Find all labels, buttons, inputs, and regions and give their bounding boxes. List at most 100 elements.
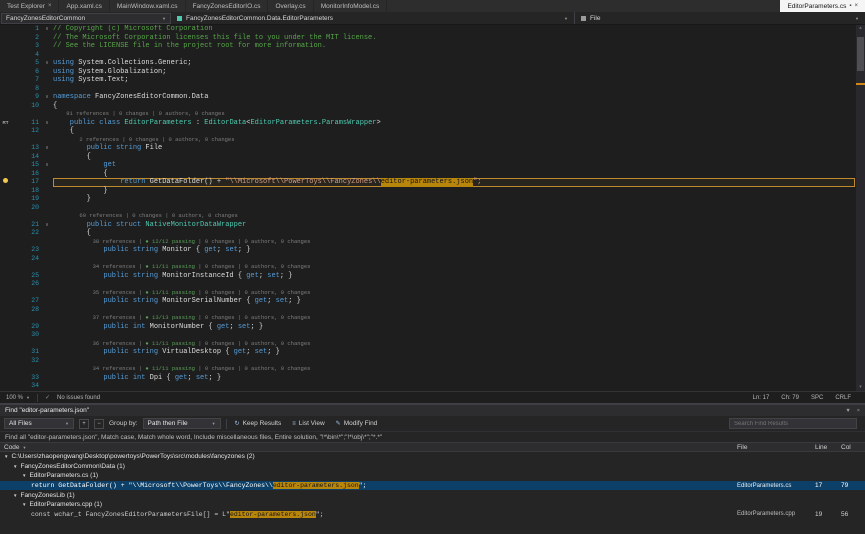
tab-fancyzoneseditorio-cs[interactable]: FancyZonesEditorIO.cs — [186, 0, 269, 12]
fold-marker[interactable]: ∨ — [41, 119, 53, 128]
code-line-26[interactable]: 26 — [0, 280, 855, 289]
expander-icon[interactable]: ▼ — [22, 502, 26, 507]
code-line-32[interactable]: 32 — [0, 357, 855, 366]
column-col[interactable]: Col — [841, 444, 865, 451]
collapse-all-icon[interactable]: − — [94, 419, 104, 429]
expander-icon[interactable]: ▼ — [22, 473, 26, 478]
code-token: set — [255, 348, 268, 357]
find-result-match[interactable]: return GetDataFolder() + "\\Microsoft\\P… — [0, 481, 865, 491]
code-line-25[interactable]: 25 public string MonitorInstanceId { get… — [0, 272, 855, 281]
list-view-button[interactable]: ≡ List View — [289, 420, 327, 427]
result-col: 56 — [841, 511, 865, 518]
pin-icon[interactable]: ▪ — [849, 3, 851, 9]
code-line-21[interactable]: 21∨ public struct NativeMonitorDataWrapp… — [0, 221, 855, 230]
scrollbar-thumb[interactable] — [857, 37, 864, 71]
code-line-30[interactable]: 30 — [0, 331, 855, 340]
find-results-header: Find "editor-parameters.json" ▼ × — [0, 405, 865, 416]
editor-vertical-scrollbar[interactable]: ▲ ▼ — [856, 25, 865, 391]
code-token: get — [255, 297, 268, 306]
code-line-6[interactable]: 6using System.Globalization; — [0, 68, 855, 77]
code-token: } — [53, 187, 108, 196]
code-line-4[interactable]: 4 — [0, 51, 855, 60]
test-run-indicator[interactable]: RT — [0, 119, 11, 128]
tab-mainwindow-xaml-cs[interactable]: MainWindow.xaml.cs — [110, 0, 186, 12]
code-line-9[interactable]: 9∨namespace FancyZonesEditorCommon.Data — [0, 93, 855, 102]
keep-results-button[interactable]: ↻ Keep Results — [232, 420, 285, 427]
code-editor[interactable]: 1∨// Copyright (c) Microsoft Corporation… — [0, 25, 865, 391]
scroll-up-icon[interactable]: ▲ — [856, 26, 865, 31]
member-dropdown[interactable]: File ▼ — [575, 12, 865, 24]
search-find-results-input[interactable] — [729, 418, 857, 429]
code-line-1[interactable]: 1∨// Copyright (c) Microsoft Corporation — [0, 25, 855, 34]
chevron-down-icon[interactable]: ▼ — [845, 408, 850, 414]
code-line-11[interactable]: RT11∨ public class EditorParameters : Ed… — [0, 119, 855, 128]
tab-editorparameters-cs[interactable]: EditorParameters.cs ▪ × — [780, 0, 865, 12]
code-line-24[interactable]: 24 — [0, 255, 855, 264]
project-dropdown[interactable]: FancyZonesEditorCommon ▼ — [1, 13, 171, 24]
code-line-18[interactable]: 18 } — [0, 187, 855, 196]
close-icon[interactable]: × — [854, 3, 858, 9]
expander-icon[interactable]: ▼ — [4, 454, 8, 459]
match-highlight: editor-parameters.json — [230, 511, 316, 518]
health-status[interactable]: No issues found — [57, 395, 100, 401]
group-by-dropdown[interactable]: Path then File ▼ — [143, 418, 221, 429]
code-line-13[interactable]: 13∨ public string File — [0, 144, 855, 153]
column-code[interactable]: Code — [4, 444, 20, 451]
scroll-down-icon[interactable]: ▼ — [856, 385, 865, 390]
fold-marker[interactable]: ∨ — [41, 221, 53, 230]
code-line-8[interactable]: 8 — [0, 85, 855, 94]
code-line-5[interactable]: 5∨using System.Collections.Generic; — [0, 59, 855, 68]
code-line-33[interactable]: 33 public int Dpi { get; set; } — [0, 374, 855, 383]
scope-dropdown[interactable]: All Files ▼ — [4, 418, 74, 429]
code-line-10[interactable]: 10{ — [0, 102, 855, 111]
code-line-19[interactable]: 19 } — [0, 195, 855, 204]
column-file[interactable]: File — [737, 444, 815, 451]
code-line-23[interactable]: 23 public string Monitor { get; set; } — [0, 246, 855, 255]
tab-monitorinfomodel-cs[interactable]: MonitorInfoModel.cs — [314, 0, 388, 12]
fold-marker[interactable]: ∨ — [41, 161, 53, 170]
code-line-31[interactable]: 31 public string VirtualDesktop { get; s… — [0, 348, 855, 357]
codelens-line: 60 references | 0 changes | 0 authors, 0… — [0, 212, 855, 221]
code-line-15[interactable]: 15∨ get — [0, 161, 855, 170]
expander-icon[interactable]: ▼ — [13, 464, 17, 469]
code-line-12[interactable]: 12 { — [0, 127, 855, 136]
code-line-16[interactable]: 16 { — [0, 170, 855, 179]
close-icon[interactable]: × — [857, 408, 860, 414]
fold-marker[interactable]: ∨ — [41, 93, 53, 102]
expand-all-icon[interactable]: + — [79, 419, 89, 429]
pencil-icon: ✎ — [336, 420, 341, 427]
fold-marker[interactable]: ∨ — [41, 144, 53, 153]
code-line-14[interactable]: 14 { — [0, 153, 855, 162]
close-icon[interactable]: × — [48, 3, 52, 9]
code-line-2[interactable]: 2// The Microsoft Corporation licenses t… — [0, 34, 855, 43]
code-line-34[interactable]: 34 — [0, 382, 855, 391]
find-result-group[interactable]: ▼FancyZonesEditorCommon\Data (1) — [0, 462, 865, 472]
zoom-level[interactable]: 100 % — [6, 395, 23, 401]
fold-marker[interactable]: ∨ — [41, 25, 53, 34]
tab-test-explorer[interactable]: Test Explorer× — [0, 0, 59, 12]
code-line-7[interactable]: 7using System.Text; — [0, 76, 855, 85]
code-text — [53, 85, 855, 94]
find-result-group[interactable]: ▼FancyZonesLib (1) — [0, 490, 865, 500]
find-result-group[interactable]: ▼EditorParameters.cs (1) — [0, 471, 865, 481]
code-line-22[interactable]: 22 { — [0, 229, 855, 238]
lightbulb-icon[interactable] — [3, 178, 8, 183]
code-token: File — [145, 144, 162, 153]
type-breadcrumb-dropdown[interactable]: FancyZonesEditorCommon.Data.EditorParame… — [171, 12, 575, 24]
find-result-match[interactable]: const wchar_t FancyZonesEditorParameters… — [0, 510, 865, 520]
fold-marker[interactable]: ∨ — [41, 59, 53, 68]
code-line-29[interactable]: 29 public int MonitorNumber { get; set; … — [0, 323, 855, 332]
find-result-group[interactable]: ▼EditorParameters.cpp (1) — [0, 500, 865, 510]
lightbulb-margin[interactable] — [0, 178, 11, 187]
find-result-group[interactable]: ▼C:\Users\zhaopengwang\Desktop\powertoys… — [0, 452, 865, 462]
modify-find-button[interactable]: ✎ Modify Find — [333, 420, 381, 427]
column-line[interactable]: Line — [815, 444, 841, 451]
tab-overlay-cs[interactable]: Overlay.cs — [268, 0, 313, 12]
tab-app-xaml-cs[interactable]: App.xaml.cs — [59, 0, 109, 12]
code-line-17[interactable]: 17 return GetDataFolder() + "\\Microsoft… — [0, 178, 855, 187]
code-line-3[interactable]: 3// See the LICENSE file in the project … — [0, 42, 855, 51]
expander-icon[interactable]: ▼ — [13, 493, 17, 498]
code-line-27[interactable]: 27 public string MonitorSerialNumber { g… — [0, 297, 855, 306]
code-line-20[interactable]: 20 — [0, 204, 855, 213]
code-line-28[interactable]: 28 — [0, 306, 855, 315]
